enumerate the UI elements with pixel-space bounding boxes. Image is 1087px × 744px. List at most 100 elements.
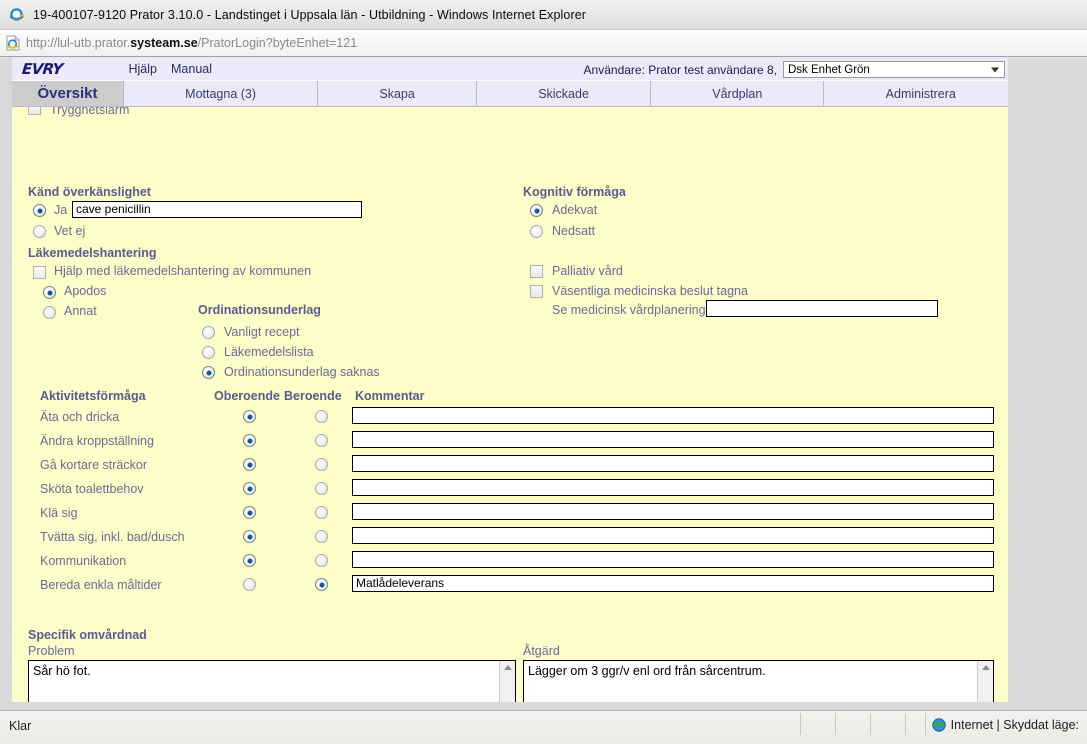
activity-row-label: Tvätta sig, inkl. bad/dusch <box>40 530 185 544</box>
activity-radio-dependent[interactable] <box>315 554 328 567</box>
hypersensitivity-label-ja: Ja <box>54 203 68 217</box>
prescription-label-lista: Läkemedelslista <box>224 345 314 359</box>
activity-radio-dependent[interactable] <box>315 434 328 447</box>
hypersensitivity-radio-ja[interactable] <box>33 204 46 217</box>
trygghetslarm-label: Trygghetslarm <box>50 107 130 117</box>
activity-comment-input[interactable]: Matlådeleverans <box>352 575 994 592</box>
activity-row-label: Gå kortare sträckor <box>40 458 147 472</box>
page-icon <box>0 30 26 56</box>
unit-select-value: Dsk Enhet Grön <box>788 63 870 76</box>
activity-comment-input[interactable] <box>352 407 994 424</box>
medication-label-annat: Annat <box>64 304 97 318</box>
header-links: Hjälp Manual <box>129 62 213 76</box>
activity-radio-dependent[interactable] <box>315 458 328 471</box>
activity-header-independent: Oberoende <box>214 389 280 403</box>
address-url[interactable]: http://lul-utb.prator.systeam.se/PratorL… <box>26 36 357 50</box>
activity-radio-independent[interactable] <box>243 482 256 495</box>
scroll-up-icon[interactable] <box>503 665 512 670</box>
activity-radio-independent[interactable] <box>243 578 256 591</box>
title-bar: 19-400107-9120 Prator 3.10.0 - Landsting… <box>0 0 1087 30</box>
internet-explorer-icon <box>8 6 25 23</box>
activity-radio-dependent[interactable] <box>315 410 328 423</box>
care-planning-input[interactable] <box>706 300 938 317</box>
medication-help-label: Hjälp med läkemedelshantering av kommune… <box>54 264 312 278</box>
tab-skapa[interactable]: Skapa <box>318 81 478 106</box>
tab-administrera[interactable]: Administrera <box>824 81 1017 106</box>
cognitive-label-adekvat: Adekvat <box>552 203 598 217</box>
prescription-heading: Ordinationsunderlag <box>198 303 321 317</box>
globe-icon <box>931 718 946 732</box>
cognitive-radio-adekvat[interactable] <box>530 204 543 217</box>
form-content: Trygghetslarm Känd överkänslighet Ja cav… <box>12 107 1008 710</box>
activity-row-label: Kommunikation <box>40 554 127 568</box>
scroll-up-icon[interactable] <box>981 665 990 670</box>
activity-radio-independent[interactable] <box>243 434 256 447</box>
activity-radio-independent[interactable] <box>243 458 256 471</box>
status-divider <box>925 713 926 735</box>
right-gutter <box>1008 58 1087 710</box>
prescription-radio-vanligt[interactable] <box>202 326 215 339</box>
form-area: Trygghetslarm Känd överkänslighet Ja cav… <box>12 107 1008 710</box>
hypersensitivity-input[interactable]: cave penicillin <box>72 201 362 218</box>
activity-radio-dependent[interactable] <box>315 530 328 543</box>
address-bar[interactable]: http://lul-utb.prator.systeam.se/PratorL… <box>0 30 1087 57</box>
medical-decisions-checkbox[interactable] <box>530 285 543 298</box>
activity-comment-input[interactable] <box>352 527 994 544</box>
status-message: Klar <box>9 719 32 733</box>
medical-decisions-label: Väsentliga medicinska beslut tagna <box>552 284 748 298</box>
activity-radio-independent[interactable] <box>243 554 256 567</box>
manual-link[interactable]: Manual <box>171 62 212 76</box>
tab-vardplan[interactable]: Vårdplan <box>651 81 825 106</box>
status-divider <box>870 713 871 735</box>
hypersensitivity-heading: Känd överkänslighet <box>28 185 151 199</box>
activity-radio-dependent[interactable] <box>315 506 328 519</box>
unit-select[interactable]: Dsk Enhet Grön <box>783 61 1005 78</box>
action-textarea-value: Lägger om 3 ggr/v enl ord från sårcentru… <box>528 664 766 678</box>
palliative-care-checkbox[interactable] <box>530 265 543 278</box>
prescription-label-vanligt: Vanligt recept <box>224 325 300 339</box>
status-bar: Klar Internet | Skyddat läge: <box>0 710 1087 744</box>
activity-radio-dependent[interactable] <box>315 482 328 495</box>
activity-comment-input[interactable] <box>352 503 994 520</box>
prescription-radio-lista[interactable] <box>202 346 215 359</box>
activity-row-label: Äta och dricka <box>40 410 120 424</box>
help-link[interactable]: Hjälp <box>129 62 158 76</box>
hypersensitivity-label-vetej: Vet ej <box>54 224 86 238</box>
activity-comment-input[interactable] <box>352 431 994 448</box>
activity-radio-independent[interactable] <box>243 530 256 543</box>
activity-comment-input[interactable] <box>352 479 994 496</box>
activity-row-label: Klä sig <box>40 506 78 520</box>
activity-comment-input[interactable] <box>352 551 994 568</box>
prescription-radio-saknas[interactable] <box>202 366 215 379</box>
medication-radio-apodos[interactable] <box>43 286 56 299</box>
tab-oversikt[interactable]: Översikt <box>12 81 124 106</box>
user-label: Användare: Prator test användare 8, <box>583 62 777 77</box>
activity-comment-input[interactable] <box>352 455 994 472</box>
activity-row-label: Sköta toalettbehov <box>40 482 144 496</box>
activity-radio-independent[interactable] <box>243 410 256 423</box>
evry-logo: EVRY <box>21 60 64 78</box>
palliative-care-label: Palliativ vård <box>552 264 623 278</box>
cognitive-label-nedsatt: Nedsatt <box>552 224 596 238</box>
trygghetslarm-checkbox[interactable] <box>28 107 41 115</box>
medication-heading: Läkemedelshantering <box>28 246 157 260</box>
url-host: systeam.se <box>130 36 198 50</box>
specific-care-heading: Specifik omvårdnad <box>28 628 147 642</box>
medication-help-checkbox[interactable] <box>33 266 46 279</box>
header-user-area: Användare: Prator test användare 8, Dsk … <box>584 58 1005 81</box>
activity-radio-independent[interactable] <box>243 506 256 519</box>
medication-label-apodos: Apodos <box>64 284 107 298</box>
application-header: EVRY Hjälp Manual Användare: Prator test… <box>12 58 1017 81</box>
cognitive-radio-nedsatt[interactable] <box>530 225 543 238</box>
problem-label: Problem <box>28 644 75 658</box>
activity-radio-dependent[interactable] <box>315 578 328 591</box>
tab-mottagna[interactable]: Mottagna (3) <box>124 81 319 106</box>
tab-skickade[interactable]: Skickade <box>477 81 652 106</box>
security-zone[interactable]: Internet | Skyddat läge: <box>931 718 1079 732</box>
status-divider <box>835 713 836 735</box>
activity-header-dependent: Beroende <box>284 389 342 403</box>
medication-radio-annat[interactable] <box>43 306 56 319</box>
hypersensitivity-radio-vetej[interactable] <box>33 225 46 238</box>
browser-window: 19-400107-9120 Prator 3.10.0 - Landsting… <box>0 0 1087 744</box>
url-path: /PratorLogin?byteEnhet=121 <box>197 36 358 50</box>
